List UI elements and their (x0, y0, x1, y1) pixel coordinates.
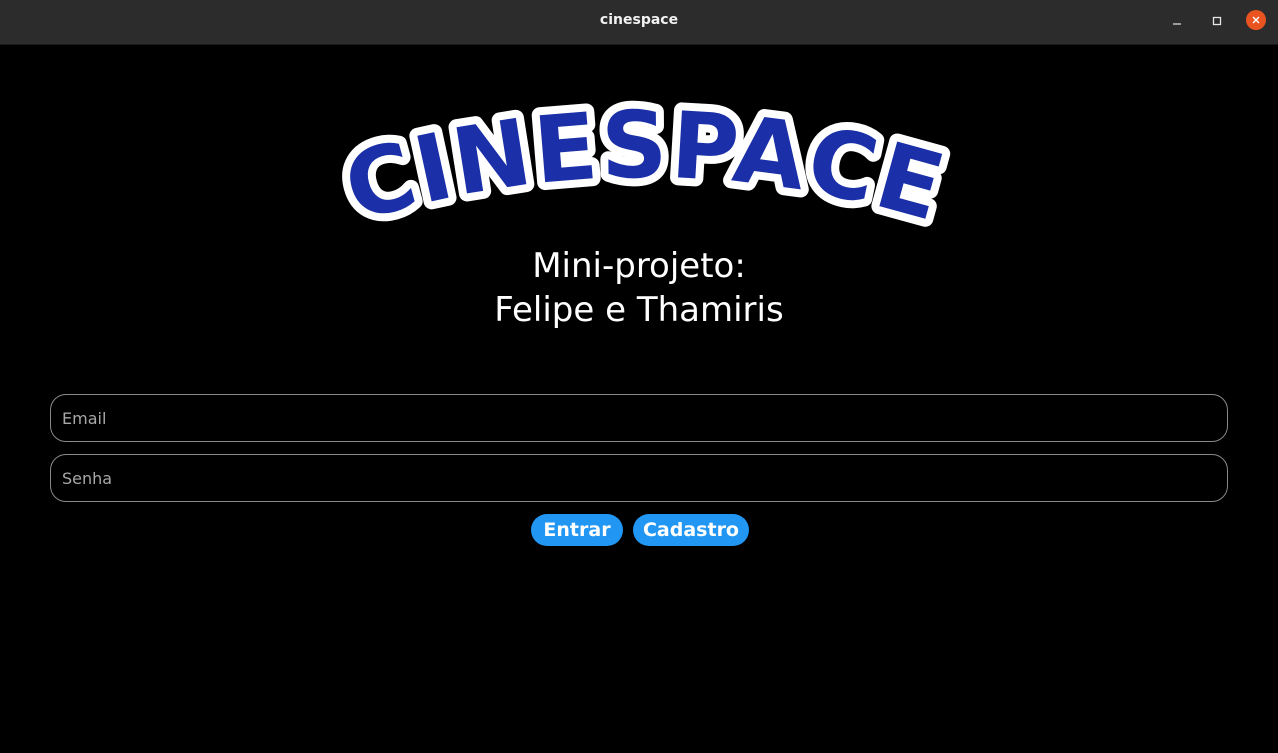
minimize-button[interactable] (1166, 10, 1188, 32)
maximize-icon (1212, 16, 1222, 26)
password-input[interactable] (51, 455, 1227, 501)
app-content: CINESPACE CINESPACE Mini-projeto: Felipe… (0, 45, 1278, 753)
email-input[interactable] (51, 395, 1227, 441)
login-button[interactable]: Entrar (531, 514, 623, 546)
register-button[interactable]: Cadastro (633, 514, 749, 546)
window-titlebar[interactable]: cinespace (0, 0, 1278, 45)
logo-text: CINESPACE (334, 97, 955, 242)
close-icon (1252, 16, 1260, 24)
close-button[interactable] (1246, 10, 1266, 30)
subtitle-line-2: Felipe e Thamiris (494, 290, 784, 330)
subtitle-line-1: Mini-projeto: (532, 246, 746, 286)
svg-text:CINESPACE: CINESPACE (334, 97, 957, 242)
maximize-button[interactable] (1206, 10, 1228, 32)
minimize-icon (1173, 23, 1181, 25)
email-field[interactable] (50, 394, 1228, 442)
window-title: cinespace (599, 12, 679, 28)
cinespace-logo: CINESPACE CINESPACE (326, 97, 963, 250)
password-field[interactable] (50, 454, 1228, 502)
